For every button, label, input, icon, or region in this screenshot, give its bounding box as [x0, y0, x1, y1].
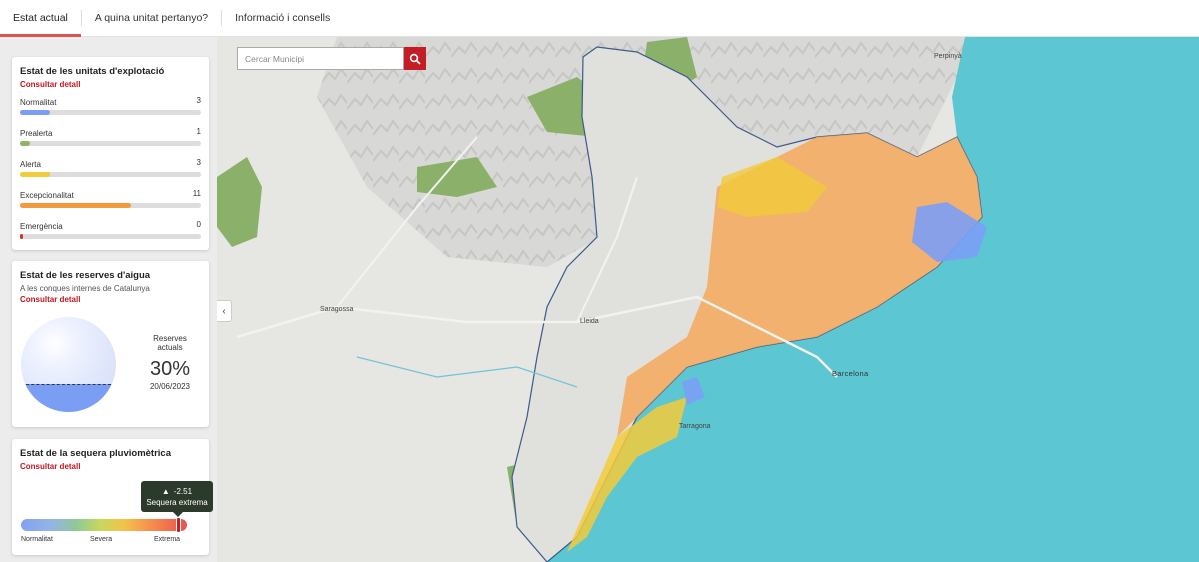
unit-level-track — [20, 172, 201, 177]
map-canvas — [217, 37, 1199, 562]
map-view[interactable]: Perpinyà Saragossa Lleida Barcelona Tarr… — [217, 37, 1199, 562]
drought-tooltip-value: -2.51 — [173, 487, 193, 496]
unit-level-fill — [20, 110, 51, 115]
unit-level-row: Emergència 0 — [20, 220, 201, 244]
units-levels-list: Normalitat 3 Prealerta 1 Alerta 3 Excepcionali… — [20, 96, 201, 244]
reserves-date: 20/06/2023 — [149, 382, 191, 391]
unit-level-track — [20, 234, 201, 239]
scale-label-extrema: Extrema — [154, 536, 181, 543]
sidebar: Estat de les unitats d'explotació Consul… — [0, 37, 217, 562]
unit-level-name: Excepcionalitat — [20, 191, 74, 200]
unit-level-name: Prealerta — [20, 129, 53, 138]
search-icon — [409, 53, 421, 65]
drought-tooltip-label: Sequera extrema — [146, 498, 208, 507]
units-card: Estat de les unitats d'explotació Consul… — [12, 57, 209, 250]
drought-card: Estat de la sequera pluviomètrica Consul… — [12, 439, 213, 555]
unit-level-track — [20, 141, 201, 146]
units-title: Estat de les unitats d'explotació — [20, 66, 165, 77]
reserves-subtitle: A les conques internes de Catalunya — [20, 284, 150, 293]
unit-level-count: 11 — [192, 189, 201, 198]
search-button[interactable] — [404, 47, 426, 70]
collapse-sidebar-button[interactable]: ‹ — [217, 300, 232, 322]
unit-level-count: 1 — [196, 127, 201, 136]
unit-level-count: 3 — [196, 158, 201, 167]
units-detail-link[interactable]: Consultar detall — [20, 80, 201, 89]
unit-level-name: Normalitat — [20, 98, 57, 107]
unit-level-row: Prealerta 1 — [20, 127, 201, 151]
reserves-label: Reserves actuals — [153, 334, 187, 352]
tab-quina-unitat[interactable]: A quina unitat pertanyo? — [82, 0, 221, 36]
city-label-tarragona: Tarragona — [679, 423, 711, 430]
reserves-gauge-water — [21, 383, 116, 412]
city-label-saragossa: Saragossa — [320, 306, 354, 313]
reserves-card: Estat de les reserves d'aigua A les conq… — [12, 261, 209, 427]
unit-level-fill — [20, 234, 23, 239]
city-label-perpinya: Perpinyà — [934, 53, 962, 60]
drought-scale — [21, 517, 187, 533]
unit-level-track — [20, 110, 201, 115]
unit-level-row: Excepcionalitat 11 — [20, 189, 201, 213]
unit-level-row: Alerta 3 — [20, 158, 201, 182]
tab-informacio[interactable]: Informació i consells — [222, 0, 343, 36]
drought-title: Estat de la sequera pluviomètrica — [20, 448, 172, 459]
scale-label-normalitat: Normalitat — [21, 536, 53, 543]
unit-level-fill — [20, 172, 51, 177]
unit-level-name: Emergència — [20, 222, 63, 231]
unit-level-row: Normalitat 3 — [20, 96, 201, 120]
drought-tooltip: ▲ -2.51 Sequera extrema — [141, 481, 213, 517]
city-label-lleida: Lleida — [580, 318, 599, 325]
reserves-detail-link[interactable]: Consultar detall — [20, 295, 201, 304]
top-tab-bar: Estat actual A quina unitat pertanyo? In… — [0, 0, 1199, 37]
unit-level-track — [20, 203, 201, 208]
triangle-up-icon: ▲ — [161, 487, 170, 496]
drought-detail-link[interactable]: Consultar detall — [20, 462, 201, 471]
search-input[interactable] — [237, 47, 404, 70]
unit-level-fill — [20, 203, 131, 208]
scale-label-severa: Severa — [90, 536, 113, 543]
reserves-gauge — [21, 317, 116, 412]
unit-level-count: 3 — [196, 96, 201, 105]
reserves-title: Estat de les reserves d'aigua — [20, 270, 151, 281]
tab-estat-actual[interactable]: Estat actual — [0, 0, 81, 37]
reserves-value: 30% — [149, 358, 191, 380]
chevron-left-icon: ‹ — [222, 305, 226, 317]
unit-level-name: Alerta — [20, 160, 41, 169]
unit-level-fill — [20, 141, 31, 146]
unit-level-count: 0 — [196, 220, 201, 229]
drought-scale-marker — [175, 517, 181, 533]
city-label-barcelona: Barcelona — [832, 369, 869, 378]
drought-tooltip-value-row: ▲ -2.51 — [141, 486, 213, 497]
